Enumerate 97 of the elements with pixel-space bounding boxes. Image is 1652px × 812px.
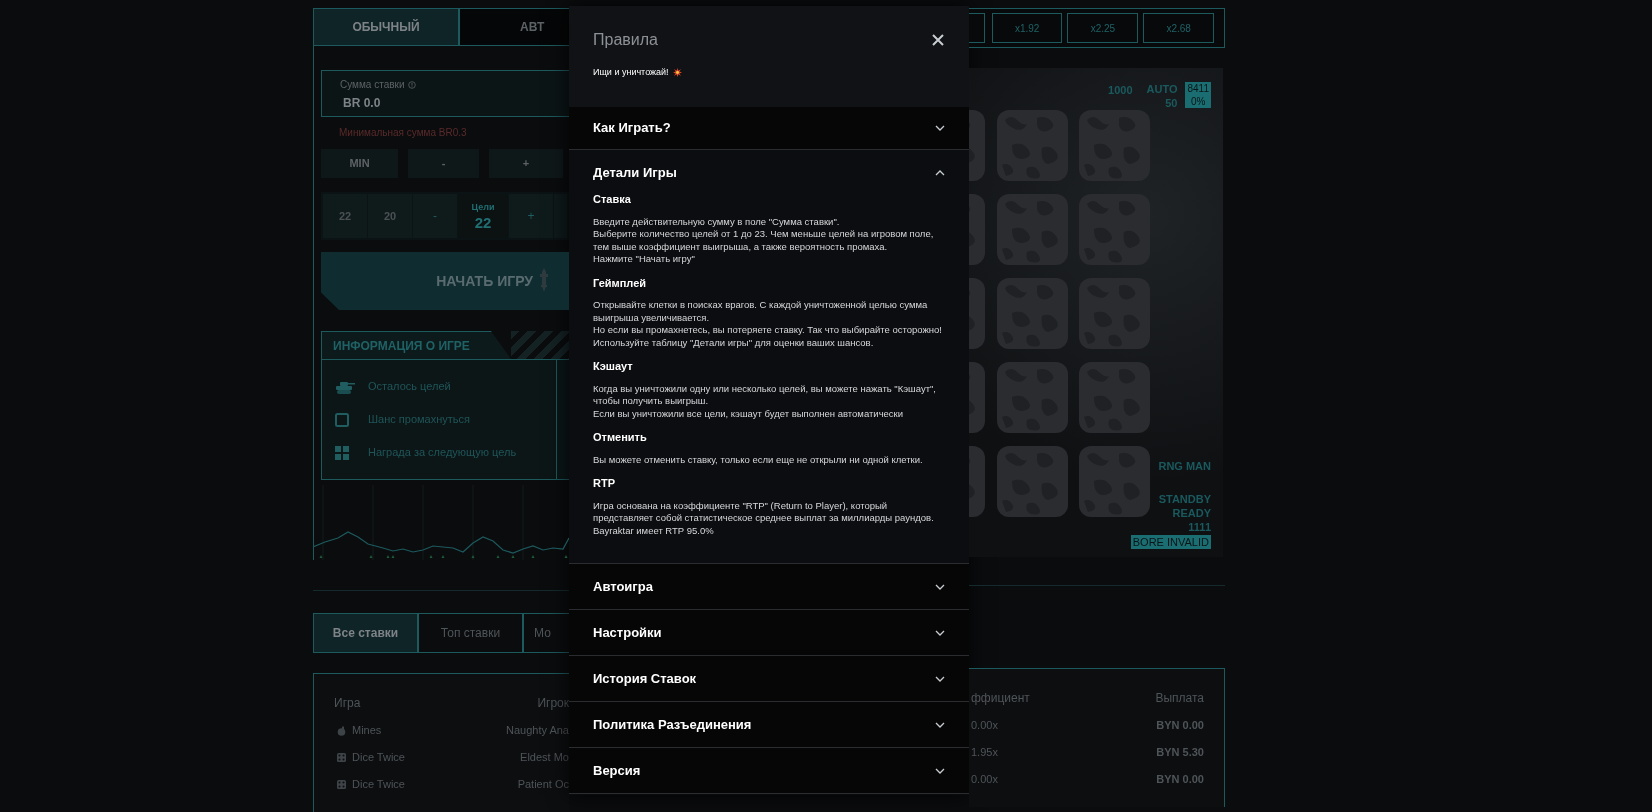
rule-heading: Отменить (593, 430, 648, 445)
bomb-icon (337, 725, 346, 736)
column-header: Игра (334, 695, 362, 712)
info-label: Шанс промахнуться (368, 412, 470, 428)
decrease-targets-button[interactable]: - (413, 194, 457, 238)
bets-tab[interactable]: Топ ставки (418, 613, 523, 653)
dialog-title: Правила (593, 30, 658, 50)
section-header[interactable]: История Ставок (569, 656, 969, 701)
section-header[interactable]: Как Играть? (569, 107, 969, 149)
camo-tile (997, 278, 1068, 349)
bets-tab[interactable]: Все ставки (313, 613, 418, 653)
chevron-up-icon (935, 169, 945, 176)
bet-adjust-button[interactable]: - (408, 149, 479, 178)
column-header: Игрок (537, 695, 569, 712)
close-button[interactable] (931, 33, 945, 47)
rule-text: Открывайте клетки в поисках врагов. С каждой уничтоженной целью сумма выигрыша увеличивается. (593, 299, 929, 324)
dice-icon (337, 780, 346, 789)
close-icon (932, 34, 944, 46)
increase-targets-button[interactable]: + (509, 194, 553, 238)
hud-readout: 50 (1165, 96, 1178, 110)
chevron-down-icon (935, 767, 945, 774)
section-header[interactable]: Автоигра (569, 564, 969, 609)
chevron-down-icon (935, 629, 945, 636)
hazard-stripes (511, 331, 569, 359)
explosion-icon (672, 68, 682, 78)
bet-adjust-button[interactable]: + (489, 149, 563, 178)
camo-tile (997, 362, 1068, 433)
table-cell-text: Eldest Mo (520, 750, 569, 766)
table-cell-text: BYN 0.00 (1156, 718, 1204, 734)
section-header[interactable]: Версия (569, 748, 969, 793)
counter-badge: 8411 0% (1185, 82, 1211, 108)
rule-text: Когда вы уничтожили одну или несколько целей, вы можете нажать "Кэшаут", чтобы получить выигрыш. (593, 382, 937, 408)
multiplier-button[interactable] (969, 13, 985, 43)
rule-text: Введите действительную сумму в поле "Сумма ставки". (593, 215, 841, 228)
min-bet-hint: Минимальная сумма BR0.3 (338, 126, 468, 138)
tank-icon (335, 379, 355, 394)
hud-readout: RNG MAN (1158, 459, 1211, 473)
hud-readout: STANDBY (1158, 492, 1211, 506)
table-cell-text: Patient Oc (517, 777, 569, 793)
game-info-title: ИНФОРМАЦИЯ О ИГРЕ (321, 331, 511, 359)
hud-readout: 1000 (1108, 83, 1133, 98)
rule-text: Выберите количество целей от 1 до 23. Чем меньше целей на игровом поле, тем выше коэффициент выигрыша, а также вероятность промаха. (593, 228, 935, 253)
table-cell-text: BYN 0.00 (1156, 772, 1204, 788)
bet-adjust-button[interactable]: MIN (321, 149, 398, 178)
dice-icon (337, 753, 346, 762)
rule-heading: RTP (593, 476, 616, 491)
multiplier-button[interactable]: x1.92 (991, 13, 1063, 43)
multiplier-button[interactable]: x2.25 (1067, 13, 1139, 43)
multiplier-button[interactable]: x2.68 (1143, 13, 1214, 43)
info-label: Награда за следующую цель (368, 445, 517, 461)
chevron-down-icon (935, 721, 945, 728)
intro-text: Ищи и уничтожай! (593, 66, 669, 79)
status-badge: BORE INVALID (1130, 535, 1211, 549)
target-option-button[interactable]: 22 (323, 194, 367, 238)
rule-heading: Кэшаут (593, 359, 634, 374)
column-header: Выплата (1155, 690, 1204, 707)
hud-readout: READY (1172, 506, 1211, 520)
missile-icon (539, 268, 549, 294)
target-option-button[interactable]: 20 (368, 194, 412, 238)
table-cell-text: Dice Twice (352, 777, 405, 793)
chevron-down-icon (935, 583, 945, 590)
camo-tile (997, 446, 1068, 517)
rule-heading: Ставка (593, 192, 632, 207)
rule-text: Bayraktar имеет RTP 95.0% (593, 524, 715, 537)
chevron-down-icon (935, 125, 945, 131)
table-cell-text: Mines (352, 723, 382, 739)
mode-tab[interactable]: ОБЫЧНЫЙ (313, 8, 459, 46)
table-cell-text: 0.00x (971, 772, 999, 788)
table-cell-text: 0.00x (971, 718, 999, 734)
camo-tile (1079, 362, 1150, 433)
bet-amount-field[interactable]: Сумма ставки BR 0.0 (321, 70, 569, 117)
camo-tile (997, 110, 1068, 181)
start-game-button[interactable]: НАЧАТЬ ИГРУ (321, 252, 569, 310)
section-header[interactable]: Политика Разъединения (569, 702, 969, 747)
table-cell-text: Naughty Ana (506, 723, 569, 739)
section-header[interactable]: Настройки (569, 610, 969, 655)
square-icon (335, 412, 349, 427)
hud-readout: 1111 (1188, 520, 1211, 534)
grid-icon (335, 445, 349, 460)
chevron-down-icon (935, 675, 945, 682)
camo-tile (1079, 446, 1150, 517)
rule-text: Используйте таблицу "Детали игры" для оценки ваших шансов. (593, 336, 875, 349)
table-cell-text: 1.95x (971, 745, 999, 761)
rule-text: Игра основана на коэффициенте "RTP" (Return to Player), который представляет собой статистическое среднее выплат за миллиарды раундов. (593, 499, 935, 525)
rule-heading: Геймплей (593, 275, 648, 291)
mode-tab[interactable]: АВТ (459, 8, 569, 46)
rule-text: Если вы уничтожили все цели, кэшаут будет выполнен автоматически (593, 407, 905, 420)
section-header[interactable]: Детали Игры (569, 150, 969, 195)
rule-text: Вы можете отменить ставку, только если еще не открыли ни одной клетки. (593, 453, 924, 466)
info-label: Осталось целей (368, 379, 451, 395)
rule-text: Но если вы промахнетесь, вы потеряете ставку. Так что выбирайте осторожно! (593, 324, 943, 337)
hud-readout: AUTO (1146, 82, 1178, 96)
table-cell-text: BYN 5.30 (1156, 745, 1204, 761)
table-cell-text: Dice Twice (352, 750, 405, 766)
rule-text: Нажмите "Начать игру" (593, 253, 696, 266)
column-header: ффициент (971, 690, 1031, 707)
info-icon (407, 80, 416, 89)
